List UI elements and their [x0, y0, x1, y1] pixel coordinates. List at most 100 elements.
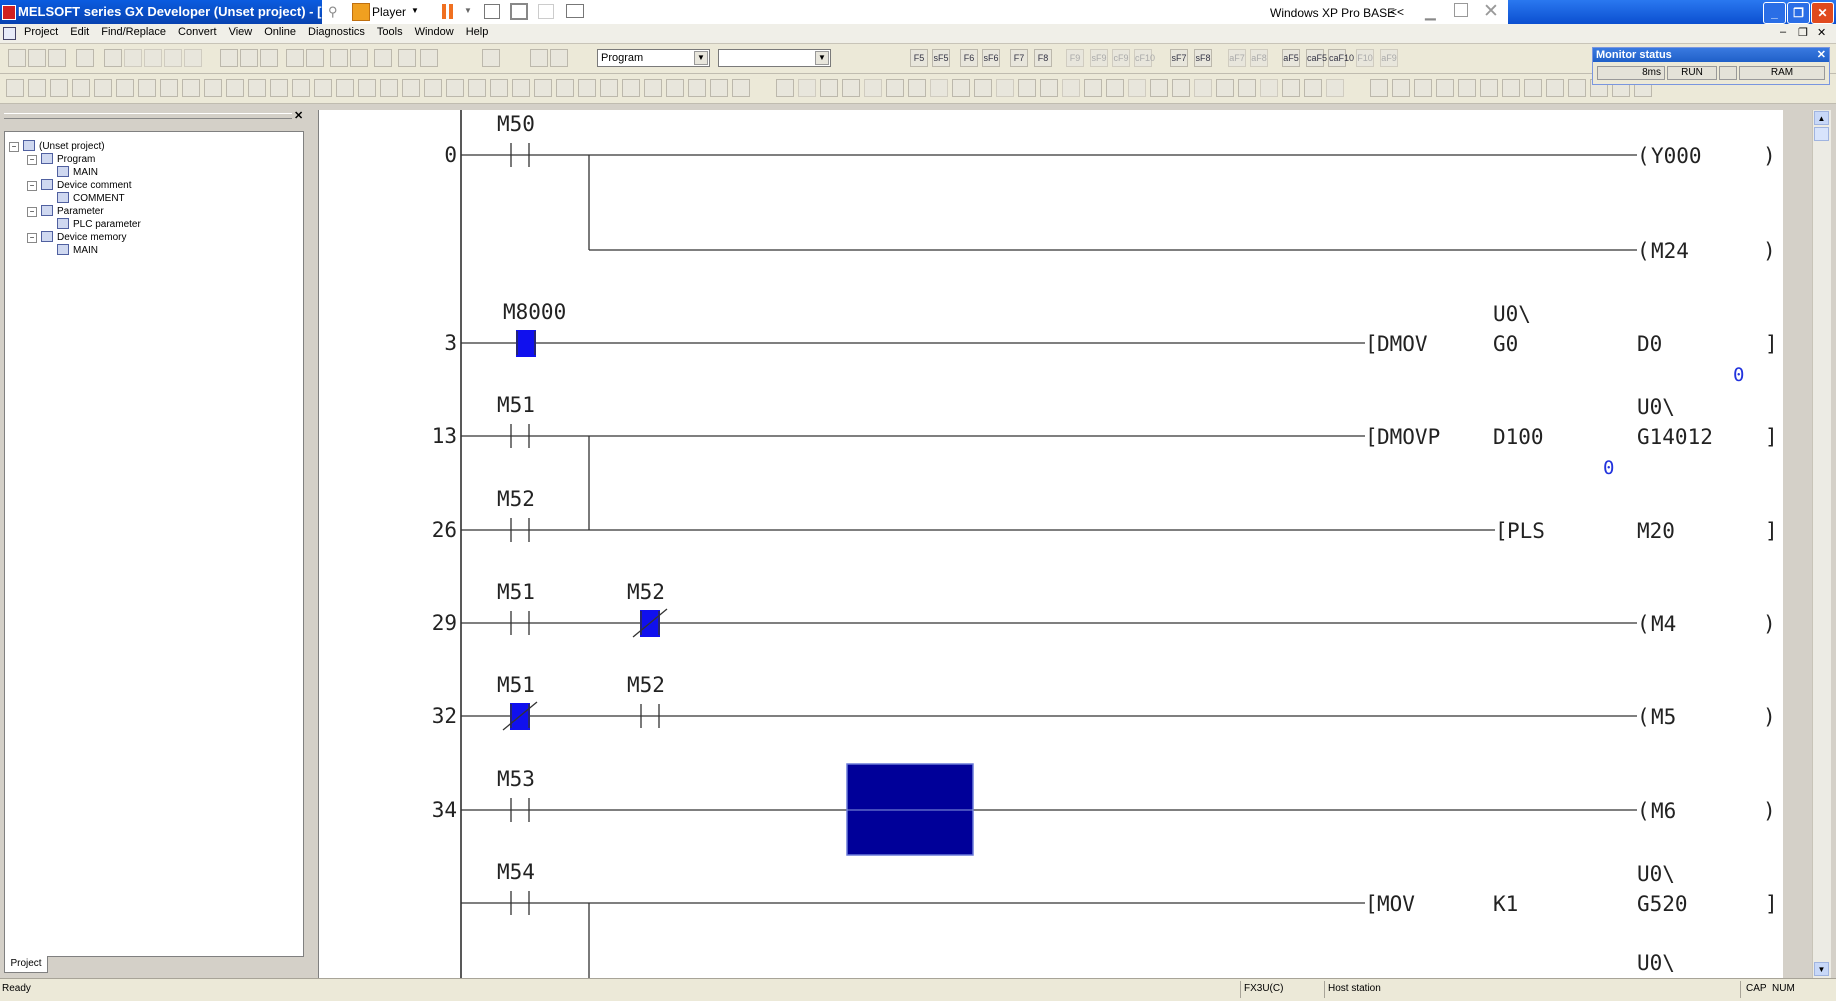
- toolbar-button[interactable]: [534, 79, 552, 97]
- close-button[interactable]: ✕: [1811, 2, 1834, 24]
- menu-convert[interactable]: Convert: [172, 24, 223, 38]
- pin-icon[interactable]: ⚲: [328, 4, 338, 20]
- toolbar-button[interactable]: [48, 49, 66, 67]
- toolbar-button[interactable]: [116, 79, 134, 97]
- fkey-cf9-button[interactable]: cF9: [1112, 49, 1130, 67]
- send-keys-icon[interactable]: [484, 4, 500, 19]
- mdi-restore-icon[interactable]: ❐: [1798, 26, 1808, 39]
- toolbar-button[interactable]: [1502, 79, 1520, 97]
- toolbar-button[interactable]: [184, 49, 202, 67]
- fkey-sf8-button[interactable]: sF8: [1194, 49, 1212, 67]
- device-combo[interactable]: ▼: [718, 49, 831, 67]
- toolbar-button[interactable]: [1018, 79, 1036, 97]
- fkey-af9-button[interactable]: aF9: [1380, 49, 1398, 67]
- unity-icon[interactable]: [538, 4, 554, 19]
- toolbar-button[interactable]: [446, 79, 464, 97]
- toolbar-button[interactable]: [622, 79, 640, 97]
- toolbar-button[interactable]: [336, 79, 354, 97]
- fkey-sf5-button[interactable]: sF5: [932, 49, 950, 67]
- toolbar-button[interactable]: [512, 79, 530, 97]
- fkey-f9-button[interactable]: F9: [1066, 49, 1084, 67]
- toolbar-button[interactable]: [1436, 79, 1454, 97]
- menu-project[interactable]: Project: [18, 24, 64, 38]
- tree-item-main[interactable]: MAIN: [43, 244, 98, 256]
- toolbar-button[interactable]: [160, 79, 178, 97]
- toolbar-button[interactable]: [1040, 79, 1058, 97]
- mdi-minimize-icon[interactable]: –: [1780, 26, 1786, 38]
- toolbar-button[interactable]: [28, 79, 46, 97]
- menu-help[interactable]: Help: [460, 24, 495, 38]
- toolbar-button[interactable]: [144, 49, 162, 67]
- toolbar-button[interactable]: [398, 49, 416, 67]
- toolbar-button[interactable]: [952, 79, 970, 97]
- menu-diagnostics[interactable]: Diagnostics: [302, 24, 371, 38]
- fkey-f5-button[interactable]: F5: [910, 49, 928, 67]
- tree-item-plc-parameter[interactable]: PLC parameter: [43, 218, 141, 230]
- toolbar-button[interactable]: [1216, 79, 1234, 97]
- toolbar-button[interactable]: [1062, 79, 1080, 97]
- fkey-sf6-button[interactable]: sF6: [982, 49, 1000, 67]
- fkey-sf7-button[interactable]: sF7: [1170, 49, 1188, 67]
- toolbar-button[interactable]: [1524, 79, 1542, 97]
- document-icon[interactable]: [3, 27, 16, 40]
- toolbar-button[interactable]: [1172, 79, 1190, 97]
- pane-grip[interactable]: [4, 113, 292, 119]
- toolbar-button[interactable]: [842, 79, 860, 97]
- toolbar-button[interactable]: [220, 49, 238, 67]
- toolbar-button[interactable]: [1326, 79, 1344, 97]
- fkey-f6-button[interactable]: F6: [960, 49, 978, 67]
- fkey-f7-button[interactable]: F7: [1010, 49, 1028, 67]
- toolbar-button[interactable]: [732, 79, 750, 97]
- toolbar-button[interactable]: [1304, 79, 1322, 97]
- toolbar-button[interactable]: [8, 49, 26, 67]
- menu-find-replace[interactable]: Find/Replace: [95, 24, 172, 38]
- toolbar-button[interactable]: [260, 49, 278, 67]
- toolbar-button[interactable]: [1392, 79, 1410, 97]
- fkey-cf10-button[interactable]: cF10: [1134, 49, 1155, 67]
- vm-minimize-icon[interactable]: ▁: [1425, 4, 1436, 21]
- program-combo[interactable]: Program ▼: [597, 49, 710, 67]
- toolbar-button[interactable]: [1260, 79, 1278, 97]
- tree-item-device-comment[interactable]: − Device comment: [27, 179, 131, 191]
- fkey-af8-button[interactable]: aF8: [1250, 49, 1268, 67]
- toolbar-button[interactable]: [1150, 79, 1168, 97]
- toolbar-button[interactable]: [482, 49, 500, 67]
- toolbar-button[interactable]: [644, 79, 662, 97]
- toolbar-button[interactable]: [1238, 79, 1256, 97]
- toolbar-button[interactable]: [240, 49, 258, 67]
- collapse-icon[interactable]: <<: [1390, 5, 1404, 19]
- tree-item-program[interactable]: − Program: [27, 153, 95, 165]
- vm-restore-icon[interactable]: [1454, 3, 1468, 17]
- toolbar-button[interactable]: [424, 79, 442, 97]
- toolbar-button[interactable]: [600, 79, 618, 97]
- toolbar-button[interactable]: [358, 79, 376, 97]
- toolbar-button[interactable]: [1194, 79, 1212, 97]
- toolbar-button[interactable]: [1480, 79, 1498, 97]
- toolbar-button[interactable]: [402, 79, 420, 97]
- toolbar-button[interactable]: [820, 79, 838, 97]
- menu-tools[interactable]: Tools: [371, 24, 409, 38]
- toolbar-button[interactable]: [248, 79, 266, 97]
- toolbar-button[interactable]: [1370, 79, 1388, 97]
- collapse-icon[interactable]: −: [27, 207, 37, 217]
- toolbar-button[interactable]: [6, 79, 24, 97]
- toolbar-button[interactable]: [1414, 79, 1432, 97]
- monitor-close-icon[interactable]: ✕: [1817, 48, 1826, 61]
- menu-edit[interactable]: Edit: [64, 24, 95, 38]
- toolbar-button[interactable]: [886, 79, 904, 97]
- console-view-icon[interactable]: [566, 4, 584, 18]
- maximize-button[interactable]: ❐: [1787, 2, 1810, 24]
- player-icon[interactable]: [352, 3, 370, 21]
- toolbar-button[interactable]: [420, 49, 438, 67]
- toolbar-button[interactable]: [124, 49, 142, 67]
- toolbar-button[interactable]: [974, 79, 992, 97]
- pause-dropdown-icon[interactable]: ▼: [464, 6, 472, 15]
- collapse-icon[interactable]: −: [27, 233, 37, 243]
- pause-icon[interactable]: [442, 4, 446, 19]
- menu-window[interactable]: Window: [409, 24, 460, 38]
- toolbar-button[interactable]: [204, 79, 222, 97]
- tree-item-parameter[interactable]: − Parameter: [27, 205, 104, 217]
- toolbar-button[interactable]: [578, 79, 596, 97]
- fullscreen-icon[interactable]: [510, 3, 528, 20]
- toolbar-button[interactable]: [530, 49, 548, 67]
